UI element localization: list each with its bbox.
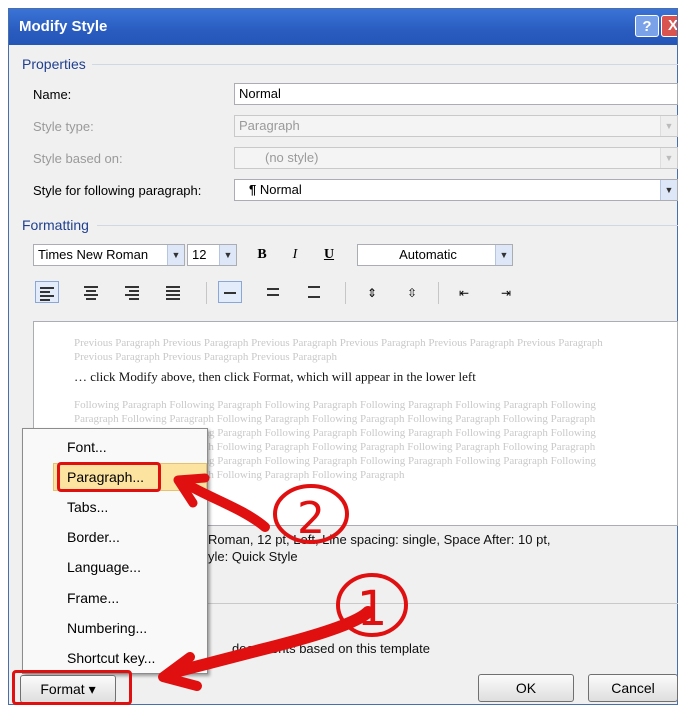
ok-button[interactable]: OK [478,674,574,702]
justify-button[interactable] [162,281,186,303]
underline-button[interactable]: U [317,243,341,267]
font-name-select[interactable]: Times New Roman ▼ [33,244,185,266]
decrease-spacing-icon[interactable]: ⇳ [400,281,424,305]
style-description-line2: yle: Quick Style [208,549,298,564]
single-spacing-button[interactable] [218,281,242,303]
decrease-indent-icon[interactable]: ⇤ [452,281,476,305]
align-center-button[interactable] [80,281,104,303]
toolbar-separator [438,282,439,304]
menu-item-language[interactable]: Language... [67,559,141,575]
bold-button[interactable]: B [250,243,274,267]
chevron-down-icon: ▼ [660,180,677,200]
properties-group-label: Properties [22,56,86,72]
font-color-value: Automatic [399,247,457,262]
italic-button[interactable]: I [283,243,307,267]
toolbar-separator [206,282,207,304]
font-color-select[interactable]: Automatic ▼ [357,244,513,266]
style-type-label: Style type: [33,119,94,134]
name-label: Name: [33,87,72,102]
chevron-down-icon: ▼ [219,245,236,265]
align-left-button[interactable] [35,281,59,303]
style-description-line1: Roman, 12 pt, Left, Line spacing: single… [208,532,551,547]
following-paragraph-value: Normal [259,182,302,197]
based-on-value: (no style) [265,150,319,165]
close-button[interactable]: X [661,15,677,37]
format-highlight-box [12,670,132,705]
name-input[interactable]: Normal [234,83,678,105]
chevron-down-icon: ▼ [660,148,677,168]
style-type-value: Paragraph [239,118,300,133]
font-size-select[interactable]: 12 ▼ [187,244,237,266]
following-paragraph-select[interactable]: ¶ Normal ▼ [234,179,678,201]
based-on-label: Style based on: [33,151,123,166]
formatting-divider [97,225,678,226]
font-size-value: 12 [192,247,207,262]
previous-paragraph-sample: Previous Paragraph Previous Paragraph Pr… [74,337,603,363]
menu-item-font[interactable]: Font... [67,439,107,455]
font-name-value: Times New Roman [38,247,149,262]
one-half-spacing-button[interactable] [262,281,286,303]
help-button[interactable]: ? [635,15,659,37]
pilcrow-icon: ¶ [249,182,257,197]
align-right-button[interactable] [121,281,145,303]
chevron-down-icon: ▼ [495,245,512,265]
chevron-down-icon: ▼ [167,245,184,265]
double-spacing-button[interactable] [303,281,327,303]
properties-divider [92,64,678,65]
menu-item-tabs[interactable]: Tabs... [67,499,108,515]
chevron-down-icon: ▼ [660,116,677,136]
menu-item-border[interactable]: Border... [67,529,120,545]
based-on-select[interactable]: (no style) ▼ [234,147,678,169]
style-type-select[interactable]: Paragraph ▼ [234,115,678,137]
menu-item-frame[interactable]: Frame... [67,590,119,606]
sample-paragraph: … click Modify above, then click Format,… [74,369,476,384]
menu-item-shortcut-key[interactable]: Shortcut key... [67,650,155,666]
formatting-group-label: Formatting [22,217,89,233]
cancel-button[interactable]: Cancel [588,674,678,702]
dialog-title: Modify Style [19,18,108,35]
name-value: Normal [239,86,281,101]
toolbar-separator [345,282,346,304]
following-paragraph-label: Style for following paragraph: [33,183,202,198]
increase-indent-icon[interactable]: ⇥ [494,281,518,305]
increase-spacing-icon[interactable]: ⇕ [360,281,384,305]
template-option-text: documents based on this template [232,641,431,656]
menu-item-numbering[interactable]: Numbering... [67,620,147,636]
paragraph-highlight-box [57,462,161,492]
title-bar: Modify Style ? X [9,9,677,45]
